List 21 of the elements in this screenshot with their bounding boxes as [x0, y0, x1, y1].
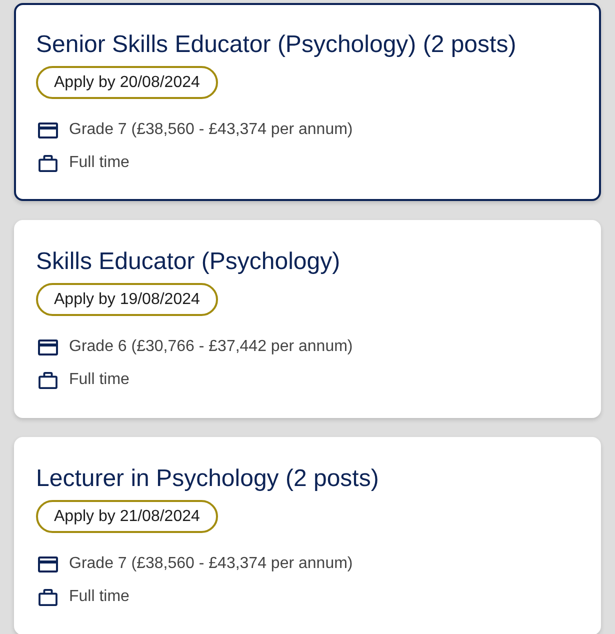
detail-text: Grade 7 (£38,560 - £43,374 per annum)	[69, 555, 353, 573]
job-card[interactable]: Skills Educator (Psychology) Apply by 19/08/2024 Grade 6 (£30,766 - £37,442 per annum) Full time	[14, 220, 601, 418]
deadline-badge: Apply by 20/08/2024	[36, 66, 218, 99]
detail-text: Grade 7 (£38,560 - £43,374 per annum)	[69, 121, 353, 139]
briefcase-icon	[38, 372, 58, 388]
job-title: Senior Skills Educator (Psychology) (2 posts)	[36, 30, 518, 60]
deadline-badge: Apply by 19/08/2024	[36, 283, 218, 316]
detail-text: Grade 6 (£30,766 - £37,442 per annum)	[69, 338, 353, 356]
job-card[interactable]: Senior Skills Educator (Psychology) (2 posts) Apply by 20/08/2024 Grade 7 (£38,560 - £43,374 per annum) Full time	[14, 3, 601, 201]
detail-text: Full time	[69, 371, 130, 389]
detail-text: Full time	[69, 154, 130, 172]
job-card[interactable]: Lecturer in Psychology (2 posts) Apply by 21/08/2024 Grade 7 (£38,560 - £43,374 per annum) Full time	[14, 437, 601, 634]
briefcase-icon	[38, 154, 58, 172]
credit-card-icon	[38, 556, 58, 572]
credit-card-icon	[38, 338, 58, 356]
detail-text: Full time	[69, 588, 130, 606]
job-title: Lecturer in Psychology (2 posts)	[36, 464, 380, 494]
credit-card-icon	[38, 122, 58, 138]
job-title: Skills Educator (Psychology)	[36, 247, 342, 277]
briefcase-icon	[38, 588, 58, 606]
deadline-badge: Apply by 21/08/2024	[36, 500, 218, 533]
